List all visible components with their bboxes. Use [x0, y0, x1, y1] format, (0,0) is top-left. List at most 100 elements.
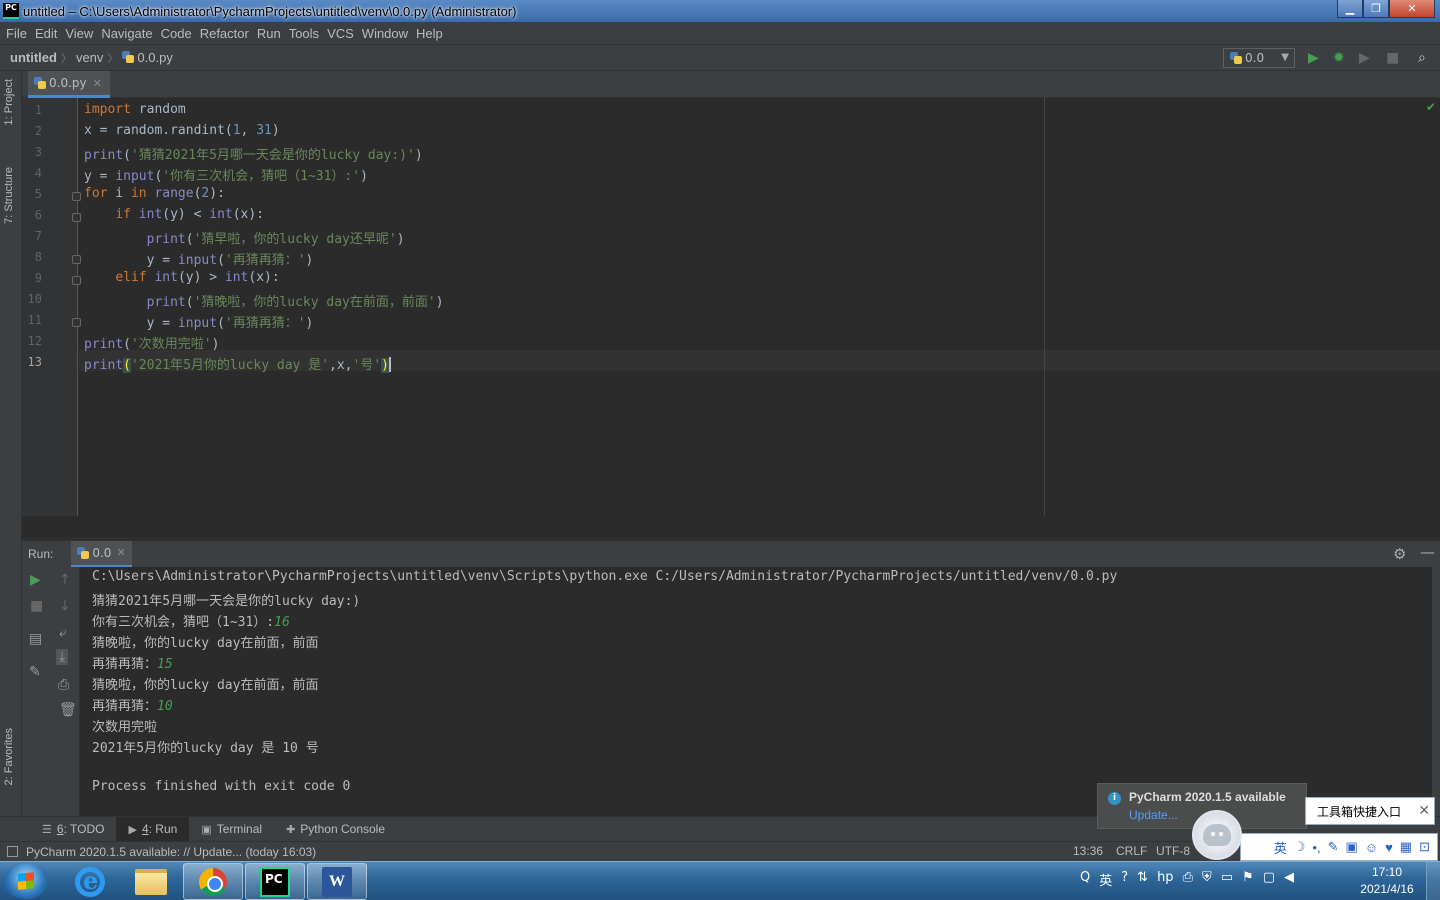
update-link[interactable]: Update...	[1129, 808, 1178, 822]
notification-title: PyCharm 2020.1.5 available	[1129, 790, 1286, 804]
monitor-icon[interactable]: ▭	[1221, 870, 1233, 889]
fold-marker-icon[interactable]	[72, 213, 81, 222]
menu-tools[interactable]: Tools	[285, 26, 323, 41]
volume-icon[interactable]: ◀	[1284, 870, 1294, 889]
network-icon[interactable]: ⇅	[1137, 870, 1148, 889]
lock-icon[interactable]: ⊡	[1419, 839, 1430, 855]
tool-windows-toggle-icon[interactable]	[7, 846, 18, 857]
arrow-down-icon[interactable]: ↓	[59, 598, 71, 614]
ime-language[interactable]: 英	[1274, 838, 1287, 857]
code-token: )	[381, 358, 389, 373]
display-icon[interactable]: ▢	[1263, 870, 1275, 889]
system-clock[interactable]: 17:10 2021/4/16	[1352, 864, 1422, 898]
pin-icon[interactable]: ✎	[29, 664, 41, 680]
editor-tab-file[interactable]: 0.0.py ✕	[28, 71, 110, 98]
flag-icon[interactable]: ⚑	[1242, 870, 1254, 889]
close-icon[interactable]: ✕	[1418, 802, 1430, 819]
code-token: Process finished with exit code 0	[92, 779, 351, 794]
file-explorer-icon[interactable]	[121, 863, 181, 900]
breadcrumb-file[interactable]: 0.0.py	[118, 50, 176, 65]
show-desktop-button[interactable]	[1426, 862, 1440, 900]
run-console-output[interactable]: C:\Users\Administrator\PycharmProjects\u…	[80, 567, 1432, 816]
file-encoding[interactable]: UTF-8	[1156, 844, 1190, 858]
run-config-selector[interactable]: 0.0 ▼	[1223, 48, 1295, 68]
fold-marker-icon[interactable]	[72, 276, 81, 285]
help-icon[interactable]: ?	[1121, 870, 1128, 889]
punctuation-icon[interactable]: •,	[1312, 840, 1320, 855]
fold-marker-icon[interactable]	[72, 255, 81, 264]
maximize-button[interactable]: ❐	[1363, 0, 1389, 18]
breadcrumb-folder[interactable]: venv	[72, 50, 107, 65]
chrome-icon[interactable]	[183, 863, 243, 900]
window-controls: ▁ ❐ ✕	[1337, 0, 1435, 18]
hp-icon[interactable]: hp	[1157, 870, 1174, 889]
internet-explorer-icon[interactable]	[60, 863, 120, 900]
close-button[interactable]: ✕	[1389, 0, 1435, 18]
search-icon[interactable]: ⌕	[1418, 50, 1426, 66]
qq-icon[interactable]: Q	[1080, 870, 1090, 889]
code-token: 31	[256, 123, 272, 138]
project-tool-tab[interactable]: 1: Project	[3, 79, 15, 125]
trash-icon[interactable]: 🗑	[59, 702, 77, 718]
print-icon[interactable]: ⎙	[58, 677, 69, 693]
layout-icon[interactable]: ▤	[29, 631, 42, 647]
pycharm-icon[interactable]: PC	[245, 863, 305, 900]
minimize-panel-icon[interactable]: —	[1420, 543, 1435, 561]
close-tab-icon[interactable]: ✕	[93, 77, 102, 90]
word-icon[interactable]: W	[307, 863, 367, 900]
coverage-icon[interactable]: ▶	[1359, 50, 1370, 66]
breadcrumb-project[interactable]: untitled	[6, 50, 61, 65]
tool-tab-todo[interactable]: ☰ 6: TODO	[30, 817, 116, 842]
menu-window[interactable]: Window	[358, 26, 412, 41]
arrow-up-icon[interactable]: ↑	[59, 572, 71, 588]
emoji-icon[interactable]: ☺	[1365, 840, 1378, 855]
grid-icon[interactable]: ▦	[1400, 839, 1412, 855]
code-editor[interactable]: 1 2 3 4 5 6 7 8 9 10 11 12 13 ✔ import random x = ran…	[22, 98, 1440, 516]
tool-tab-python-console[interactable]: ✚ Python Console	[274, 817, 397, 842]
tool-tab-run[interactable]: ▶ 4: Run	[116, 816, 190, 842]
menu-run[interactable]: Run	[253, 26, 285, 41]
stop-icon[interactable]: ■	[1386, 50, 1399, 66]
tray-language[interactable]: 英	[1099, 870, 1112, 889]
inspection-ok-icon: ✔	[1425, 100, 1436, 114]
code-line: y = input('再猜再猜：')	[84, 249, 314, 268]
debug-icon[interactable]: ✹	[1333, 50, 1345, 66]
shield-icon[interactable]: ⛨	[1202, 870, 1212, 889]
printer-icon[interactable]: ⎙	[1183, 870, 1193, 889]
line-separator[interactable]: CRLF	[1116, 844, 1147, 858]
menu-help[interactable]: Help	[412, 26, 447, 41]
favorites-tool-tab[interactable]: 2: Favorites	[3, 728, 15, 785]
menu-code[interactable]: Code	[157, 26, 196, 41]
wrench-icon[interactable]: ✎	[1328, 839, 1339, 855]
menu-vcs[interactable]: VCS	[323, 26, 358, 41]
run-icon[interactable]: ▶	[1308, 50, 1319, 66]
caret-position[interactable]: 13:36	[1073, 844, 1103, 858]
menu-refactor[interactable]: Refactor	[196, 26, 253, 41]
menu-edit[interactable]: Edit	[31, 26, 61, 41]
line-number: 12	[27, 334, 42, 348]
structure-tool-tab[interactable]: 7: Structure	[3, 167, 15, 224]
start-button[interactable]	[4, 863, 48, 899]
rerun-icon[interactable]: ▶	[30, 572, 41, 588]
minimize-button[interactable]: ▁	[1337, 0, 1363, 18]
clipboard-icon[interactable]: ▣	[1346, 839, 1358, 855]
menu-file[interactable]: File	[2, 26, 31, 41]
ime-avatar[interactable]	[1192, 810, 1242, 860]
menu-view[interactable]: View	[61, 26, 97, 41]
console-scrollbar[interactable]	[1432, 567, 1440, 816]
close-tab-icon[interactable]: ✕	[116, 546, 125, 559]
tool-tab-terminal[interactable]: ▣ Terminal	[189, 817, 274, 842]
skin-icon[interactable]: ♥	[1385, 840, 1393, 855]
menu-navigate[interactable]: Navigate	[97, 26, 156, 41]
moon-icon[interactable]: ☽	[1294, 839, 1306, 855]
fold-marker-icon[interactable]	[72, 192, 81, 201]
run-tab[interactable]: 0.0 ✕	[71, 540, 132, 568]
scroll-to-end-icon[interactable]: ⤓	[56, 649, 69, 665]
stop-icon[interactable]: ■	[30, 598, 43, 614]
soft-wrap-icon[interactable]: ⤶	[59, 625, 67, 641]
code-token: )	[414, 148, 423, 163]
status-message[interactable]: PyCharm 2020.1.5 available: // Update...…	[26, 845, 316, 859]
fold-marker-icon[interactable]	[72, 318, 81, 327]
gear-icon[interactable]: ⚙	[1393, 545, 1406, 563]
